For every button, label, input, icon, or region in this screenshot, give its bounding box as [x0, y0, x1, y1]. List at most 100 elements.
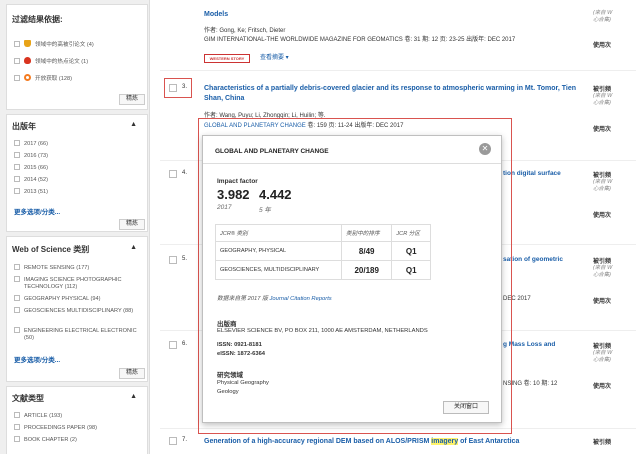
journal-badge[interactable]: WESTERN STORY: [204, 54, 250, 63]
checkbox[interactable]: [14, 264, 20, 270]
checkbox[interactable]: [14, 295, 20, 301]
filter-category[interactable]: GEOSCIENCES MULTIDISCIPLINARY (88): [14, 307, 142, 315]
close-window-button[interactable]: 关闭窗口: [443, 401, 489, 414]
filter-highly-cited[interactable]: 领域中的高被引论文 (4): [14, 40, 142, 49]
quartile-cell: Q1: [391, 241, 431, 261]
filter-year[interactable]: 2017 (66): [14, 140, 142, 148]
five-year-label: 5 年: [259, 207, 271, 214]
checkbox[interactable]: [14, 307, 20, 313]
result-checkbox[interactable]: [169, 256, 177, 264]
result-title-link[interactable]: Generation of a high-accuracy regional D…: [204, 437, 576, 447]
citation-source-note: 心合集): [593, 272, 611, 278]
checkbox[interactable]: [14, 41, 20, 47]
usage-count-label: 使用次: [593, 43, 612, 49]
filter-hot-papers[interactable]: 领域中的热点论文 (1): [14, 57, 142, 66]
result-number: 4.: [182, 170, 188, 176]
refine-panel-title: 过滤结果依据:: [12, 15, 63, 24]
research-area: Geology: [217, 389, 239, 395]
more-options-link[interactable]: 更多选项/分类...: [14, 354, 60, 364]
result-number: 5.: [182, 256, 188, 262]
filter-open-access[interactable]: 开放获取 (128): [14, 74, 142, 83]
result-checkbox[interactable]: [169, 341, 177, 349]
result-checkbox[interactable]: [169, 84, 177, 92]
citation-source-note: 心合集): [593, 186, 611, 192]
issn: ISSN: 0921-8181: [217, 342, 262, 348]
citation-source-note: 心合集): [593, 357, 611, 363]
result-title-link[interactable]: Characteristics of a partially debris-co…: [204, 84, 584, 104]
citation-count-label: 被引频: [593, 440, 612, 446]
popup-title: GLOBAL AND PLANETARY CHANGE: [215, 148, 329, 155]
column-header: 类别中的排序: [340, 224, 393, 242]
filter-year[interactable]: 2016 (73): [14, 152, 142, 160]
category-cell: GEOGRAPHY, PHYSICAL: [215, 241, 342, 261]
usage-count-label: 使用次: [593, 127, 612, 133]
refine-button[interactable]: 精炼: [119, 219, 145, 230]
result-source: GIM INTERNATIONAL-THE WORLDWIDE MAGAZINE…: [204, 37, 516, 43]
eissn: eISSN: 1872-6364: [217, 351, 266, 357]
citation-source-note: (来自 W: [593, 93, 613, 99]
refine-button[interactable]: 精炼: [119, 368, 145, 379]
filter-doctype[interactable]: ARTICLE (193): [14, 412, 142, 420]
checkbox[interactable]: [14, 412, 20, 418]
search-term-highlight: imagery: [431, 438, 459, 445]
filter-year[interactable]: 2013 (51): [14, 188, 142, 196]
filter-year[interactable]: 2014 (52): [14, 176, 142, 184]
five-year-impact-factor-value: 4.442: [259, 187, 292, 202]
checkbox[interactable]: [14, 58, 20, 64]
citation-source-note: 心合集): [593, 100, 611, 106]
filter-year[interactable]: 2015 (66): [14, 164, 142, 172]
citation-count-label: 被引频: [593, 344, 612, 350]
checkbox[interactable]: [14, 140, 20, 146]
checkbox[interactable]: [14, 75, 20, 81]
citation-count-label: 被引频: [593, 173, 612, 179]
collapse-icon[interactable]: ▲: [130, 121, 137, 128]
checkbox[interactable]: [14, 188, 20, 194]
usage-count-label: 使用次: [593, 299, 612, 305]
data-source-note: 数据来自第 2017 版 Journal Citation Reports: [217, 296, 332, 302]
checkbox[interactable]: [14, 424, 20, 430]
research-area: Physical Geography: [217, 380, 269, 386]
collapse-icon[interactable]: ▲: [130, 244, 137, 251]
filter-doctype[interactable]: BOOK CHAPTER (2): [14, 436, 142, 444]
citation-count-label: 被引频: [593, 87, 612, 93]
close-icon[interactable]: ✕: [479, 143, 491, 155]
result-title-link[interactable]: Models: [204, 10, 576, 20]
doctype-panel-title: 文献类型: [12, 394, 44, 403]
usage-count-label: 使用次: [593, 384, 612, 390]
rank-cell: 20/189: [340, 260, 393, 280]
result-checkbox[interactable]: [169, 170, 177, 178]
journal-info-popup: GLOBAL AND PLANETARY CHANGE ✕ Impact fac…: [202, 135, 502, 423]
more-options-link[interactable]: 更多选项/分类...: [14, 206, 60, 216]
view-abstract-link[interactable]: 查看摘要 ▾: [260, 54, 289, 63]
table-row: GEOGRAPHY, PHYSICAL 8/49 Q1: [215, 241, 431, 261]
filter-category[interactable]: REMOTE SENSING (177): [14, 264, 142, 272]
jcr-link[interactable]: Journal Citation Reports: [270, 296, 332, 302]
table-header-row: JCR® 类别 类别中的排序 JCR 分区: [215, 224, 431, 242]
divider: [203, 163, 501, 164]
collapse-icon[interactable]: ▲: [130, 393, 137, 400]
checkbox[interactable]: [14, 436, 20, 442]
filter-category[interactable]: IMAGING SCIENCE PHOTOGRAPHIC TECHNOLOGY …: [14, 276, 142, 291]
category-cell: GEOSCIENCES, MULTIDISCIPLINARY: [215, 260, 342, 280]
checkbox[interactable]: [14, 152, 20, 158]
table-row: GEOSCIENCES, MULTIDISCIPLINARY 20/189 Q1: [215, 260, 431, 280]
citation-source-note: (来自 W: [593, 10, 613, 16]
checkbox[interactable]: [14, 164, 20, 170]
research-area-label: 研究领域: [217, 372, 243, 379]
checkbox[interactable]: [14, 327, 20, 333]
flame-icon: [24, 57, 31, 64]
row-divider: [160, 70, 636, 71]
filter-category[interactable]: GEOGRAPHY PHYSICAL (94): [14, 295, 142, 303]
filter-category[interactable]: ENGINEERING ELECTRICAL ELECTRONIC (50): [14, 327, 142, 342]
year-panel-title: 出版年: [12, 122, 36, 131]
citation-source-note: (来自 W: [593, 265, 613, 271]
checkbox[interactable]: [14, 276, 20, 282]
refine-button[interactable]: 精炼: [119, 94, 145, 105]
checkbox[interactable]: [14, 176, 20, 182]
result-checkbox[interactable]: [169, 437, 177, 445]
result-number: 3.: [182, 84, 188, 90]
filter-doctype[interactable]: PROCEEDINGS PAPER (98): [14, 424, 142, 432]
column-header: JCR® 类别: [215, 224, 342, 242]
citation-source-note: (来自 W: [593, 350, 613, 356]
result-authors: 作者: Gong, Ke; Fritsch, Dieter: [204, 28, 286, 34]
